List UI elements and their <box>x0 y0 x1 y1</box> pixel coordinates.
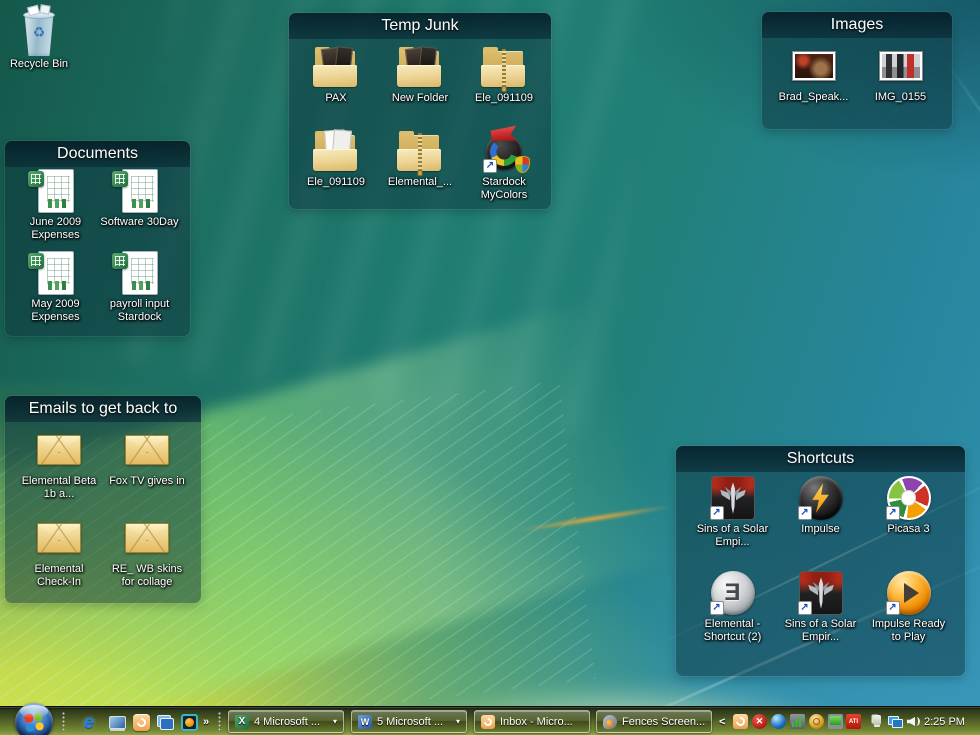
volume-icon[interactable] <box>906 714 921 729</box>
fence-images: Images Brad_Speak... IMG_0155 <box>762 12 952 129</box>
internet-explorer-icon[interactable]: e <box>82 712 102 732</box>
show-desktop-icon[interactable] <box>107 712 127 732</box>
shortcut-arrow-icon <box>886 506 900 520</box>
media-play-quick-launch-icon[interactable] <box>179 712 199 732</box>
desktop-icon-fox-tv-email[interactable]: Fox TV gives in <box>103 428 191 516</box>
shortcut-arrow-icon <box>710 506 724 520</box>
taskband-grip[interactable] <box>218 712 223 731</box>
orange-streak <box>515 503 674 535</box>
blue-orb-tray-icon[interactable] <box>771 714 786 729</box>
desktop-icon-picasa-3[interactable]: Picasa 3 <box>865 476 953 571</box>
taskbar-button-fences[interactable]: Fences Screen... <box>596 710 712 733</box>
desktop-icon-wb-skins-email[interactable]: RE_ WB skins for collage <box>103 516 191 604</box>
desktop-icon-ele-091109[interactable]: Ele_091109 <box>294 129 378 213</box>
shortcut-arrow-icon <box>710 601 724 615</box>
desktop-icon-brad-speak[interactable]: Brad_Speak... <box>770 44 857 124</box>
shortcut-arrow-icon <box>483 159 497 173</box>
zip-folder-icon <box>397 129 443 173</box>
fence-title-documents[interactable]: Documents <box>5 141 190 167</box>
group-expand-arrow: ▾ <box>333 717 337 726</box>
excel-document-icon <box>117 251 163 295</box>
excel-icon <box>235 715 249 729</box>
monitor-tray-icon[interactable] <box>828 714 843 729</box>
desktop-icon-img-0155[interactable]: IMG_0155 <box>857 44 944 124</box>
vista-desktop: Recycle Bin Temp Junk PAX New Folder Ele… <box>0 0 980 735</box>
ati-tray-icon[interactable] <box>846 714 861 729</box>
recycle-bin-icon <box>16 6 62 56</box>
shortcut-arrow-icon <box>798 506 812 520</box>
envelope-icon <box>124 516 170 560</box>
gold-coin-tray-icon[interactable] <box>809 714 824 729</box>
fences-icon <box>603 715 617 729</box>
recycle-bin-label: Recycle Bin <box>10 58 68 71</box>
network-icon[interactable] <box>888 714 903 729</box>
fence-temp-junk: Temp Junk PAX New Folder Ele_091109 Ele_… <box>289 13 551 209</box>
security-alert-tray-icon[interactable] <box>752 714 767 729</box>
taskbar-button-word-group[interactable]: 5 Microsoft ... ▾ <box>351 710 467 733</box>
desktop-icon-may-2009-expenses[interactable]: May 2009 Expenses <box>14 251 98 333</box>
recycle-bin-desktop-icon[interactable]: Recycle Bin <box>8 6 70 71</box>
window-switcher-icon[interactable] <box>155 712 175 732</box>
stardock-mycolors-icon <box>483 129 529 173</box>
taskbar: e » 4 Microsoft ... ▾ 5 Microsoft ... ▾ … <box>0 706 980 735</box>
folder-documents-icon <box>313 129 359 173</box>
desktop-icon-sins-solar-empire-1[interactable]: Sins of a Solar Empi... <box>689 476 777 571</box>
group-expand-arrow: ▾ <box>456 717 460 726</box>
fence-shortcuts: Shortcuts Sins of a Solar Empi... Impuls… <box>676 446 965 676</box>
fence-emails: Emails to get back to Elemental Beta 1b … <box>5 396 201 603</box>
desktop-icon-elemental-checkin-email[interactable]: Elemental Check-In <box>15 516 103 604</box>
desktop-icon-stardock-mycolors[interactable]: Stardock MyColors <box>462 129 546 213</box>
quick-launch-grip[interactable] <box>62 712 67 731</box>
excel-document-icon <box>33 251 79 295</box>
envelope-icon <box>36 428 82 472</box>
desktop-icon-elemental-zip[interactable]: Elemental_... <box>378 129 462 213</box>
zip-folder-icon <box>481 45 527 89</box>
desktop-icon-june-2009-expenses[interactable]: June 2009 Expenses <box>14 169 98 251</box>
desktop-icon-ele-091109-zip[interactable]: Ele_091109 <box>462 45 546 129</box>
outlook-icon <box>481 715 495 729</box>
desktop-icon-software-30day[interactable]: Software 30Day <box>98 169 182 251</box>
word-icon <box>358 715 372 729</box>
desktop-icon-sins-solar-empire-2[interactable]: Sins of a Solar Empir... <box>777 571 865 666</box>
taskbar-button-excel-group[interactable]: 4 Microsoft ... ▾ <box>228 710 344 733</box>
shortcut-arrow-icon <box>886 601 900 615</box>
fence-title-emails[interactable]: Emails to get back to <box>5 396 201 422</box>
orange-app-tray-icon[interactable] <box>733 714 748 729</box>
fence-documents: Documents June 2009 Expenses Software 30… <box>5 141 190 336</box>
desktop-icon-elemental-shortcut-2[interactable]: Elemental - Shortcut (2) <box>689 571 777 666</box>
photo-thumbnail-icon <box>791 44 837 88</box>
quick-launch-overflow-chevron[interactable]: » <box>203 707 209 735</box>
folder-pictures-icon <box>397 45 443 89</box>
desktop-icon-elemental-beta-email[interactable]: Elemental Beta 1b a... <box>15 428 103 516</box>
taskbar-button-inbox[interactable]: Inbox - Micro... <box>474 710 590 733</box>
envelope-icon <box>36 516 82 560</box>
shortcut-arrow-icon <box>798 601 812 615</box>
tray-collapse-chevron[interactable]: < <box>719 707 725 735</box>
desktop-icon-pax[interactable]: PAX <box>294 45 378 129</box>
start-button[interactable] <box>15 703 53 735</box>
outlook-quick-launch-icon[interactable] <box>131 712 151 732</box>
desktop-icon-impulse[interactable]: Impulse <box>777 476 865 571</box>
desktop-icon-payroll-input-stardock[interactable]: payroll input Stardock <box>98 251 182 333</box>
folder-pictures-icon <box>313 45 359 89</box>
desktop-icon-new-folder[interactable]: New Folder <box>378 45 462 129</box>
signal-bars-tray-icon[interactable] <box>790 714 805 729</box>
excel-document-icon <box>117 169 163 213</box>
fence-title-shortcuts[interactable]: Shortcuts <box>676 446 965 472</box>
photo-thumbnail-icon <box>878 44 924 88</box>
power-plug-icon[interactable] <box>870 714 885 729</box>
excel-document-icon <box>33 169 79 213</box>
envelope-icon <box>124 428 170 472</box>
taskbar-clock[interactable]: 2:25 PM <box>924 707 974 735</box>
fence-title-images[interactable]: Images <box>762 12 952 38</box>
desktop-icon-impulse-ready-to-play[interactable]: Impulse Ready to Play <box>865 571 953 666</box>
fence-title-temp-junk[interactable]: Temp Junk <box>289 13 551 39</box>
